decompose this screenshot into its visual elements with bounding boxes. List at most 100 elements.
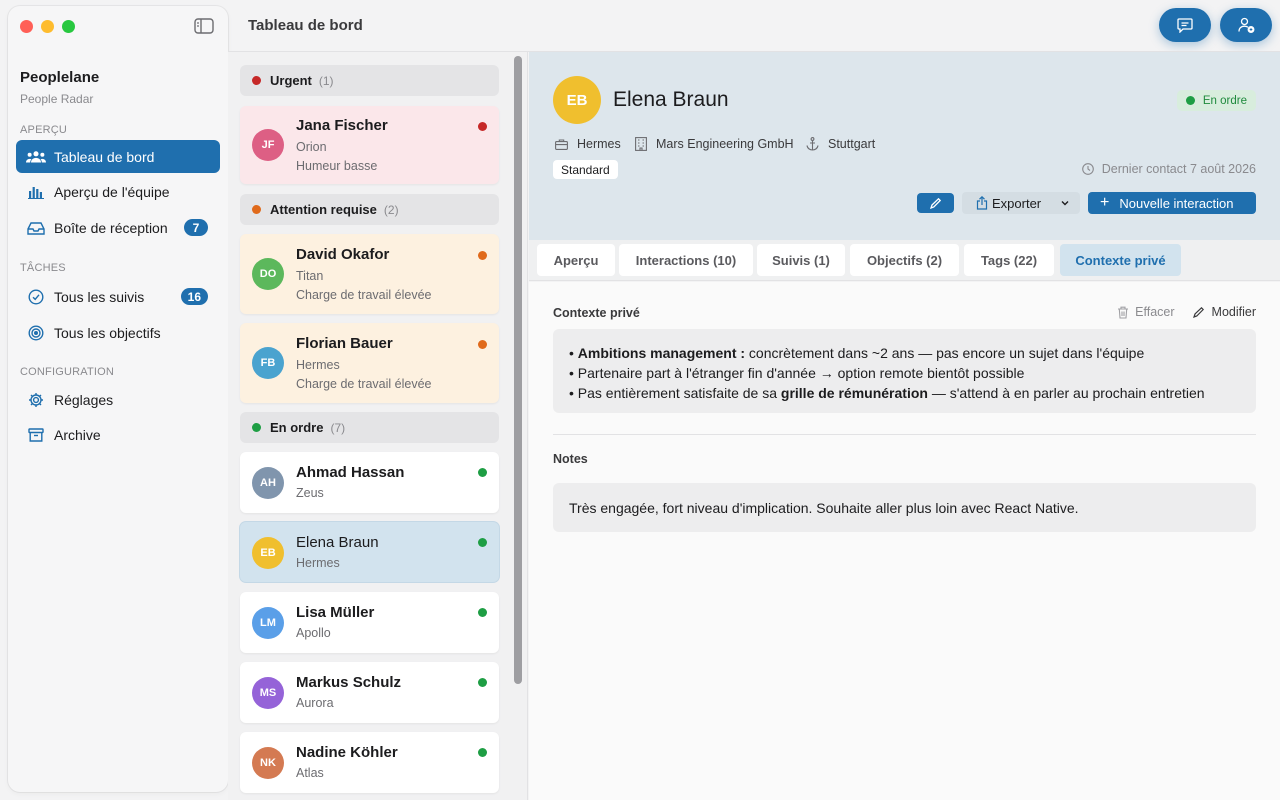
modify-button[interactable]: Modifier xyxy=(1192,305,1256,319)
sidebar-item-label: Boîte de réception xyxy=(54,219,168,236)
sidebar-item-archive[interactable]: Archive xyxy=(16,418,220,451)
meta-team-label: Hermes xyxy=(577,137,621,151)
window-controls xyxy=(20,20,75,33)
section-tasks-label: TÂCHES xyxy=(20,262,66,274)
status-dot xyxy=(252,76,261,85)
sidebar: Peoplelane People Radar APERÇU Tableau d… xyxy=(8,6,228,792)
context-bullet-bold: Ambitions management : xyxy=(577,345,746,361)
person-team: Hermes xyxy=(296,556,340,570)
group-count: (1) xyxy=(318,73,334,88)
person-card-david-okafor[interactable]: DO David Okafor Titan Charge de travail … xyxy=(240,234,499,314)
avatar: LM xyxy=(252,607,284,639)
chevron-down-icon[interactable] xyxy=(1060,196,1070,210)
export-button[interactable]: Exporter xyxy=(962,192,1080,214)
chat-button[interactable] xyxy=(1159,8,1211,42)
private-context-actions: Effacer Modifier xyxy=(1117,305,1256,319)
sidebar-item-dashboard[interactable]: Tableau de bord xyxy=(16,140,220,173)
tab-private-context[interactable]: Contexte privé xyxy=(1060,244,1181,276)
share-icon xyxy=(976,196,988,210)
tab-goals[interactable]: Objectifs (2) xyxy=(850,244,959,276)
status-dot xyxy=(478,468,487,477)
person-name: Nadine Köhler xyxy=(296,744,398,761)
trash-icon[interactable] xyxy=(1117,306,1129,319)
status-dot xyxy=(478,340,487,349)
sidebar-item-team-overview[interactable]: Aperçu de l'équipe xyxy=(16,175,220,208)
status-dot xyxy=(252,423,261,432)
person-name: Florian Bauer xyxy=(296,335,393,352)
sidebar-item-label: Tous les objectifs xyxy=(54,324,161,341)
sidebar-item-inbox[interactable]: Boîte de réception 7 xyxy=(16,211,220,244)
anchor-icon xyxy=(806,137,819,151)
modify-label: Modifier xyxy=(1211,305,1256,319)
meta-team: Hermes xyxy=(555,137,621,151)
meta-company-label: Mars Engineering GmbH xyxy=(656,137,794,151)
person-card-ahmad-hassan[interactable]: AH Ahmad Hassan Zeus xyxy=(240,452,499,513)
tab-overview[interactable]: Aperçu xyxy=(537,244,615,276)
notes-text: Très engagée, fort niveau d'implication.… xyxy=(569,499,1079,516)
pencil-icon xyxy=(1192,306,1204,318)
sidebar-item-all-followups[interactable]: Tous les suivis 16 xyxy=(16,280,220,313)
person-name: Lisa Müller xyxy=(296,604,375,621)
person-team: Apollo xyxy=(296,626,331,640)
person-card-nadine-kohler[interactable]: NK Nadine Köhler Atlas xyxy=(240,732,499,793)
group-header-urgent[interactable]: Urgent (1) xyxy=(240,65,499,96)
archive-icon xyxy=(26,425,46,445)
context-bullet: • Ambitions management : concrètement da… xyxy=(569,345,1145,361)
group-header-in-order[interactable]: En ordre (7) xyxy=(240,412,499,443)
add-person-button[interactable] xyxy=(1220,8,1272,42)
close-window-button[interactable] xyxy=(20,20,33,33)
status-dot xyxy=(1185,96,1195,105)
tab-followups[interactable]: Suivis (1) xyxy=(757,244,845,276)
person-card-elena-braun[interactable]: EB Elena Braun Hermes xyxy=(240,522,499,582)
status-badge: En ordre xyxy=(1176,90,1256,111)
sidebar-item-label: Archive xyxy=(54,426,101,443)
bar-chart-icon xyxy=(26,182,46,202)
notes-heading: Notes xyxy=(553,452,588,466)
list-scrollbar[interactable] xyxy=(514,56,522,684)
notes-box: Très engagée, fort niveau d'implication.… xyxy=(553,483,1256,532)
tab-interactions[interactable]: Interactions (10) xyxy=(619,244,753,276)
person-name: Markus Schulz xyxy=(296,674,402,691)
profile-name: Elena Braun xyxy=(613,88,729,111)
sidebar-item-all-goals[interactable]: Tous les objectifs xyxy=(16,316,220,349)
person-card-lisa-muller[interactable]: LM Lisa Müller Apollo xyxy=(240,592,499,653)
person-note: Humeur basse xyxy=(296,159,378,173)
person-team: Hermes xyxy=(296,358,340,372)
clear-button[interactable]: Effacer xyxy=(1135,305,1174,319)
briefcase-icon xyxy=(555,138,568,150)
group-count: (7) xyxy=(330,420,346,435)
zoom-window-button[interactable] xyxy=(62,20,75,33)
meta-location: Stuttgart xyxy=(806,137,875,151)
person-team: Titan xyxy=(296,269,324,283)
sidebar-item-label: Tableau de bord xyxy=(54,148,155,165)
person-card-florian-bauer[interactable]: FB Florian Bauer Hermes Charge de travai… xyxy=(240,323,499,403)
section-overview-label: APERÇU xyxy=(20,124,68,136)
profile-avatar: EB xyxy=(553,76,601,124)
section-config-label: CONFIGURATION xyxy=(20,366,115,378)
minimize-window-button[interactable] xyxy=(41,20,54,33)
sidebar-item-settings[interactable]: Réglages xyxy=(16,383,220,416)
person-team: Atlas xyxy=(296,766,324,780)
new-interaction-button[interactable]: + Nouvelle interaction xyxy=(1088,192,1256,214)
status-dot xyxy=(478,251,487,260)
person-note: Charge de travail élevée xyxy=(296,288,432,302)
building-icon xyxy=(635,137,647,151)
context-bullet-text: — s'attend à en parler au prochain entre… xyxy=(927,385,1205,401)
status-label: En ordre xyxy=(1202,94,1247,107)
person-card-jana-fischer[interactable]: JF Jana Fischer Orion Humeur basse xyxy=(240,106,499,184)
person-team: Zeus xyxy=(296,486,324,500)
edit-button[interactable] xyxy=(917,193,954,213)
sidebar-toggle-icon[interactable] xyxy=(194,18,214,34)
person-card-markus-schulz[interactable]: MS Markus Schulz Aurora xyxy=(240,662,499,723)
sidebar-item-label: Tous les suivis xyxy=(54,288,145,305)
person-name: Ahmad Hassan xyxy=(296,464,405,481)
export-label: Exporter xyxy=(992,195,1042,211)
person-team: Orion xyxy=(296,140,327,154)
group-header-attention[interactable]: Attention requise (2) xyxy=(240,194,499,225)
sidebar-item-label: Réglages xyxy=(54,391,114,408)
tab-tags[interactable]: Tags (22) xyxy=(964,244,1054,276)
last-contact-label: Dernier contact 7 août 2026 xyxy=(1101,162,1256,176)
avatar: MS xyxy=(252,677,284,709)
avatar: AH xyxy=(252,467,284,499)
avatar: NK xyxy=(252,747,284,779)
